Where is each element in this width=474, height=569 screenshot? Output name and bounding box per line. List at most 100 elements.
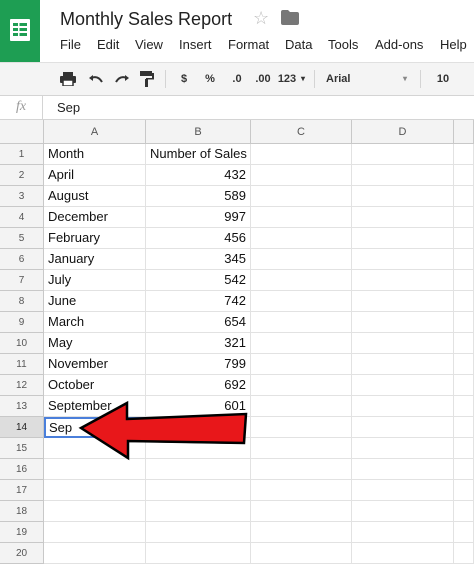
- cell-c[interactable]: [251, 291, 352, 312]
- cell-c[interactable]: [251, 228, 352, 249]
- cell-c[interactable]: [251, 144, 352, 165]
- cell-b[interactable]: 742: [146, 291, 251, 312]
- sheets-logo[interactable]: [0, 0, 40, 62]
- cell-a[interactable]: August: [44, 186, 146, 207]
- cell-e[interactable]: [454, 249, 474, 270]
- cell-d[interactable]: [352, 165, 454, 186]
- undo-icon[interactable]: [88, 72, 104, 86]
- cell-b[interactable]: 589: [146, 186, 251, 207]
- cell-c[interactable]: [251, 459, 352, 480]
- more-formats-dropdown-icon[interactable]: ▾: [298, 63, 308, 95]
- cell-d[interactable]: [352, 459, 454, 480]
- document-title[interactable]: Monthly Sales Report: [60, 9, 232, 30]
- menu-data[interactable]: Data: [285, 37, 312, 52]
- currency-format-button[interactable]: $: [176, 63, 192, 95]
- column-header-d[interactable]: D: [352, 120, 454, 144]
- cell-d[interactable]: [352, 438, 454, 459]
- cell-a[interactable]: November: [44, 354, 146, 375]
- cell-c[interactable]: [251, 396, 352, 417]
- increase-decimal-button[interactable]: .00: [250, 63, 276, 95]
- cell-d[interactable]: [352, 480, 454, 501]
- cell-b[interactable]: 345: [146, 249, 251, 270]
- paint-format-icon[interactable]: [140, 71, 154, 87]
- decrease-decimal-button[interactable]: .0: [226, 63, 248, 95]
- row-header[interactable]: 7: [0, 270, 44, 291]
- cell-d[interactable]: [352, 354, 454, 375]
- cell-b[interactable]: [146, 501, 251, 522]
- cell-e[interactable]: [454, 438, 474, 459]
- cell-a[interactable]: June: [44, 291, 146, 312]
- cell-c[interactable]: [251, 501, 352, 522]
- redo-icon[interactable]: [114, 72, 130, 86]
- select-all-corner[interactable]: [0, 120, 44, 144]
- cell-b[interactable]: 601: [146, 396, 251, 417]
- cell-e[interactable]: [454, 186, 474, 207]
- row-header[interactable]: 16: [0, 459, 44, 480]
- menu-insert[interactable]: Insert: [179, 37, 212, 52]
- cell-a[interactable]: July: [44, 270, 146, 291]
- menu-file[interactable]: File: [60, 37, 81, 52]
- cell-b[interactable]: [146, 543, 251, 564]
- row-header[interactable]: 8: [0, 291, 44, 312]
- menu-format[interactable]: Format: [228, 37, 269, 52]
- cell-e[interactable]: [454, 459, 474, 480]
- cell-c[interactable]: [251, 186, 352, 207]
- cell-c[interactable]: [251, 522, 352, 543]
- row-header[interactable]: 3: [0, 186, 44, 207]
- cell-d[interactable]: [352, 144, 454, 165]
- cell-e[interactable]: [454, 354, 474, 375]
- cell-a[interactable]: February: [44, 228, 146, 249]
- font-size-select[interactable]: 10: [430, 63, 456, 95]
- cell-e[interactable]: [454, 480, 474, 501]
- cell-e[interactable]: [454, 228, 474, 249]
- cell-e[interactable]: [454, 291, 474, 312]
- cell-c[interactable]: [251, 165, 352, 186]
- cell-c[interactable]: [251, 249, 352, 270]
- cell-b[interactable]: [146, 480, 251, 501]
- menu-add-ons[interactable]: Add-ons: [375, 37, 423, 52]
- cell-d[interactable]: [352, 522, 454, 543]
- more-formats-button[interactable]: 123: [276, 63, 298, 95]
- row-header[interactable]: 4: [0, 207, 44, 228]
- column-header-a[interactable]: A: [44, 120, 146, 144]
- cell-e[interactable]: [454, 165, 474, 186]
- cell-b[interactable]: 542: [146, 270, 251, 291]
- cell-a[interactable]: April: [44, 165, 146, 186]
- menu-edit[interactable]: Edit: [97, 37, 119, 52]
- cell-e[interactable]: [454, 417, 474, 438]
- row-header[interactable]: 9: [0, 312, 44, 333]
- cell-d[interactable]: [352, 333, 454, 354]
- cell-a[interactable]: January: [44, 249, 146, 270]
- menu-view[interactable]: View: [135, 37, 163, 52]
- cell-b[interactable]: 799: [146, 354, 251, 375]
- cell-b[interactable]: Number of Sales: [146, 144, 251, 165]
- cell-e[interactable]: [454, 396, 474, 417]
- column-header-b[interactable]: B: [146, 120, 251, 144]
- cell-d[interactable]: [352, 207, 454, 228]
- cell-a[interactable]: December: [44, 207, 146, 228]
- cell-e[interactable]: [454, 144, 474, 165]
- cell-a[interactable]: [44, 438, 146, 459]
- cell-c[interactable]: [251, 417, 352, 438]
- cell-d[interactable]: [352, 291, 454, 312]
- cell-c[interactable]: [251, 480, 352, 501]
- row-header[interactable]: 10: [0, 333, 44, 354]
- cell-a[interactable]: [44, 459, 146, 480]
- cell-d[interactable]: [352, 396, 454, 417]
- cell-b[interactable]: [146, 438, 251, 459]
- formula-input[interactable]: Sep: [57, 100, 80, 115]
- cell-d[interactable]: [352, 186, 454, 207]
- row-header[interactable]: 1: [0, 144, 44, 165]
- cell-a[interactable]: [44, 543, 146, 564]
- row-header[interactable]: 19: [0, 522, 44, 543]
- row-header[interactable]: 13: [0, 396, 44, 417]
- cell-c[interactable]: [251, 375, 352, 396]
- row-header[interactable]: 2: [0, 165, 44, 186]
- cell-b[interactable]: 432: [146, 165, 251, 186]
- cell-e[interactable]: [454, 207, 474, 228]
- star-icon[interactable]: ☆: [253, 8, 269, 29]
- row-header[interactable]: 5: [0, 228, 44, 249]
- cell-a[interactable]: [44, 480, 146, 501]
- cell-b[interactable]: [146, 459, 251, 480]
- row-header[interactable]: 20: [0, 543, 44, 564]
